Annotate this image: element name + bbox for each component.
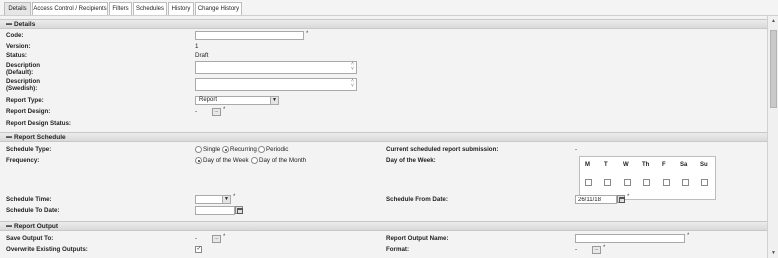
day-of-week-grid: M T W Th F Sa Su <box>579 156 716 200</box>
current-submission-label: Current scheduled report submission: <box>386 146 499 153</box>
report-type-select[interactable]: Report ▼ <box>195 96 279 105</box>
radio-single-label: Single <box>203 146 221 153</box>
required-marker: * <box>306 31 309 37</box>
day-header: F <box>662 162 666 168</box>
tab-bar: Details Access Control / Recipients Filt… <box>0 0 778 16</box>
required-marker: * <box>223 107 226 113</box>
report-output-name-label: Report Output Name: <box>386 235 449 242</box>
save-output-lookup-button[interactable]: ... <box>212 235 221 243</box>
scroll-down-icon[interactable]: ▼ <box>769 249 778 257</box>
textarea-scroll-icon[interactable]: ˄ ˅ <box>350 62 355 73</box>
version-value: 1 <box>195 43 199 50</box>
schedule-from-date-label: Schedule From Date: <box>386 196 448 203</box>
overwrite-outputs-label: Overwrite Existing Outputs: <box>6 246 88 253</box>
required-marker: * <box>687 233 690 239</box>
collapse-icon[interactable]: ▬ <box>6 133 12 142</box>
frequency-label: Frequency: <box>6 157 40 164</box>
day-header: Th <box>642 162 650 168</box>
tab-schedules[interactable]: Schedules <box>133 2 167 15</box>
report-output-name-input[interactable] <box>575 234 685 243</box>
day-checkbox-su[interactable] <box>701 179 708 186</box>
description-swedish-label: Description (Swedish): <box>6 78 41 92</box>
radio-day-of-month[interactable] <box>251 157 258 164</box>
radio-day-of-week-label: Day of the Week <box>203 157 249 164</box>
radio-periodic-label: Periodic <box>266 146 289 153</box>
schedule-to-date-input[interactable] <box>195 206 235 215</box>
calendar-icon[interactable] <box>617 195 625 203</box>
collapse-icon[interactable]: ▬ <box>6 222 12 231</box>
report-design-label: Report Design: <box>6 108 51 115</box>
status-value: Draft <box>195 52 209 59</box>
description-default-textarea[interactable]: ˄ ˅ <box>195 61 357 74</box>
tab-access-control[interactable]: Access Control / Recipients <box>32 2 108 15</box>
save-output-to-value: - <box>195 235 198 242</box>
schedule-type-label: Schedule Type: <box>6 146 52 153</box>
schedule-time-select[interactable]: ▼ <box>195 195 231 204</box>
scroll-thumb[interactable] <box>770 30 777 108</box>
required-marker: * <box>233 194 236 200</box>
description-swedish-textarea[interactable]: ˄ ˅ <box>195 78 357 91</box>
radio-recurring[interactable] <box>222 146 229 153</box>
textarea-scroll-icon[interactable]: ˄ ˅ <box>350 79 355 90</box>
tab-change-history[interactable]: Change History <box>195 2 242 15</box>
overwrite-outputs-checkbox[interactable]: ✓ <box>195 246 202 253</box>
report-design-lookup-button[interactable]: ... <box>212 108 221 116</box>
section-schedule-header[interactable]: ▬ Report Schedule <box>0 132 767 142</box>
report-design-value: - <box>195 108 198 115</box>
tab-filters[interactable]: Filters <box>109 2 132 15</box>
format-lookup-button[interactable]: ... <box>592 246 601 254</box>
day-checkbox-w[interactable] <box>624 179 631 186</box>
chevron-down-icon[interactable]: ▼ <box>270 97 278 104</box>
calendar-icon[interactable] <box>235 206 243 214</box>
day-header: T <box>604 162 608 168</box>
radio-day-of-week[interactable] <box>195 157 202 164</box>
schedule-to-date-label: Schedule To Date: <box>6 207 60 214</box>
format-label: Format: <box>386 246 410 253</box>
checkmark-icon: ✓ <box>196 246 202 252</box>
radio-recurring-label: Recurring <box>230 146 257 153</box>
chevron-down-icon[interactable]: ▼ <box>222 196 230 203</box>
day-header: M <box>585 162 590 168</box>
code-label: Code: <box>6 32 24 39</box>
scroll-up-icon[interactable]: ▲ <box>769 17 778 25</box>
section-details-header[interactable]: ▬ Details <box>0 19 767 29</box>
required-marker: * <box>627 194 630 200</box>
day-header: W <box>623 162 629 168</box>
report-design-status-label: Report Design Status: <box>6 120 71 127</box>
section-title: Report Schedule <box>14 134 66 141</box>
required-marker: * <box>223 234 226 240</box>
day-checkbox-m[interactable] <box>585 179 592 186</box>
section-title: Details <box>14 21 36 28</box>
radio-periodic[interactable] <box>258 146 265 153</box>
day-checkbox-t[interactable] <box>604 179 611 186</box>
radio-single[interactable] <box>195 146 202 153</box>
version-label: Version: <box>6 43 31 50</box>
collapse-icon[interactable]: ▬ <box>6 20 12 29</box>
tab-details[interactable]: Details <box>4 2 31 15</box>
save-output-to-label: Save Output To: <box>6 235 54 242</box>
day-of-week-label: Day of the Week: <box>386 157 436 164</box>
format-value: - <box>575 246 578 253</box>
section-title: Report Output <box>14 223 59 230</box>
tab-history[interactable]: History <box>168 2 194 15</box>
day-header: Sa <box>680 162 688 168</box>
report-type-value: Report <box>199 97 218 103</box>
schedule-from-date-input[interactable] <box>575 195 617 204</box>
vertical-scrollbar[interactable]: ▲ ▼ <box>767 16 778 258</box>
day-checkbox-sa[interactable] <box>682 179 689 186</box>
day-checkbox-th[interactable] <box>643 179 650 186</box>
status-label: Status: <box>6 52 27 59</box>
required-marker: * <box>603 245 606 251</box>
section-output-header[interactable]: ▬ Report Output <box>0 221 767 231</box>
day-header: Su <box>700 162 708 168</box>
schedule-time-label: Schedule Time: <box>6 196 52 203</box>
report-type-label: Report Type: <box>6 97 44 104</box>
day-checkbox-f[interactable] <box>663 179 670 186</box>
code-input[interactable] <box>195 31 304 40</box>
radio-day-of-month-label: Day of the Month <box>259 157 307 164</box>
current-submission-value: - <box>575 146 578 153</box>
form-content: ▬ Details Code: * Version: 1 Status: Dra… <box>0 16 767 258</box>
description-default-label: Description (Default): <box>6 62 41 76</box>
